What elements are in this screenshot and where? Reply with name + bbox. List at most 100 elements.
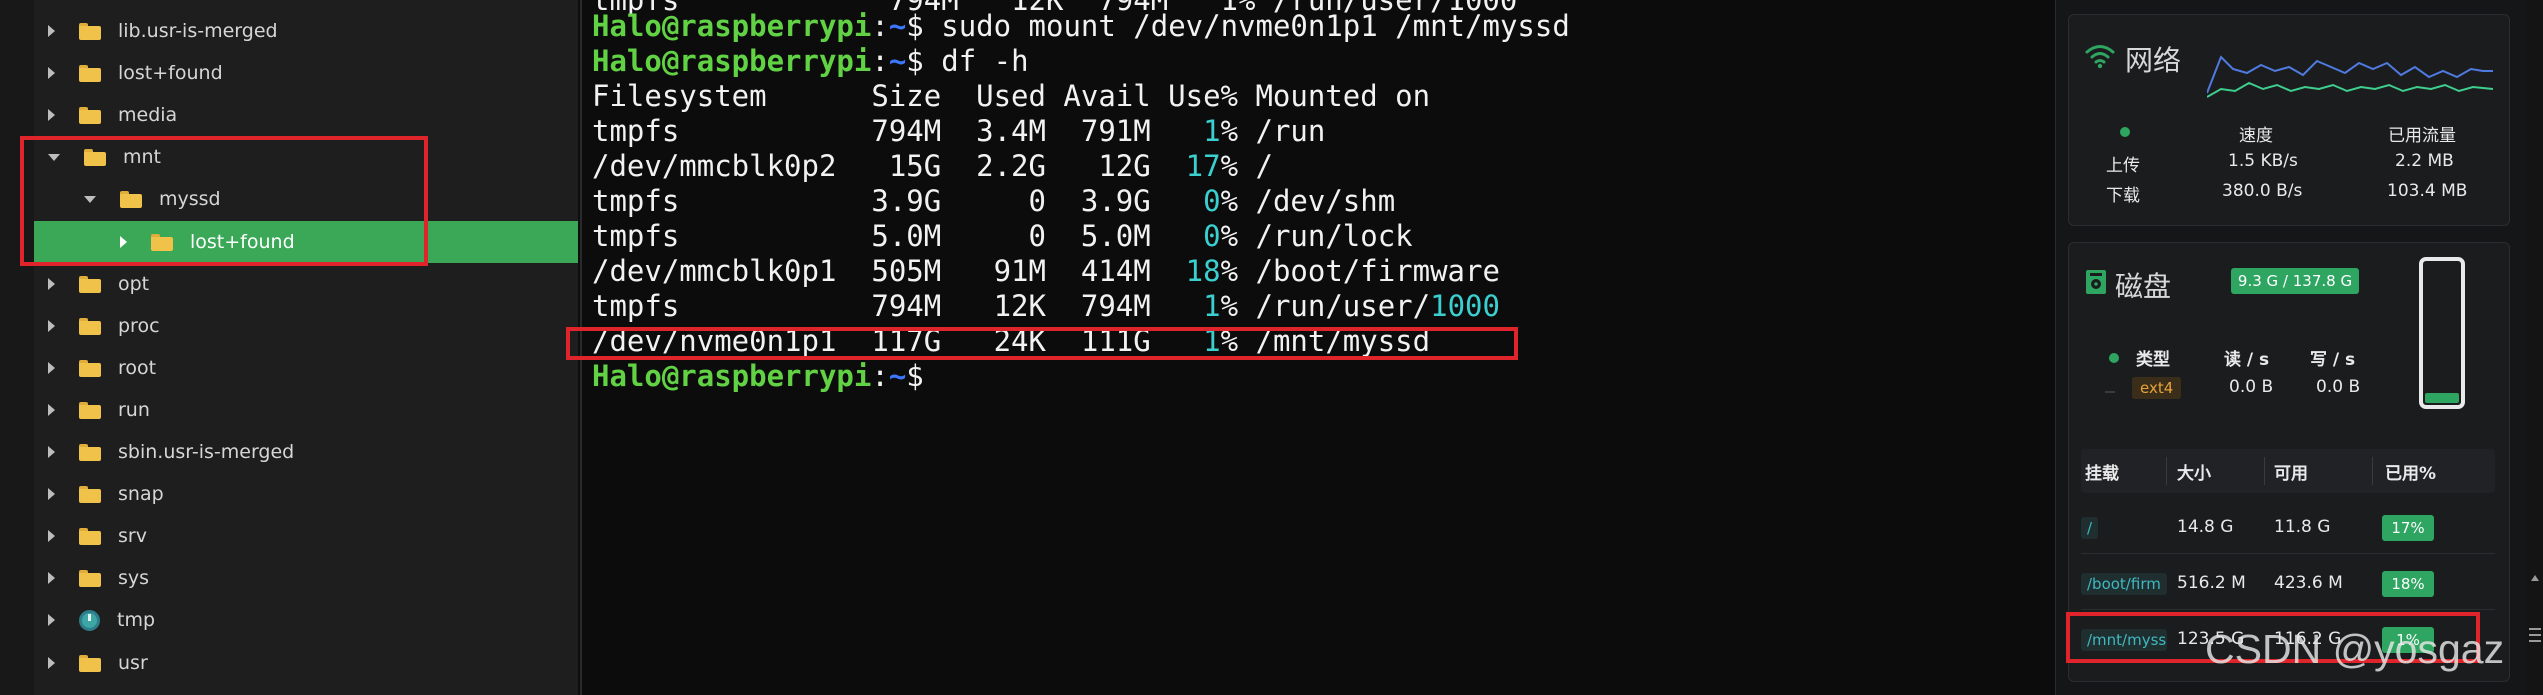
df-cell-percent: % bbox=[1220, 114, 1256, 148]
df-cell-mount: /run/lock bbox=[1255, 219, 1413, 253]
tree-item-label: mnt bbox=[123, 146, 161, 168]
df-cell-percent: % bbox=[1220, 149, 1256, 183]
df-row: tmpfs 5.0M 0 5.0M 0% /run/lock bbox=[592, 219, 1413, 254]
chevron-down-icon[interactable] bbox=[48, 153, 60, 161]
chevron-right-icon[interactable] bbox=[120, 236, 127, 248]
network-col-used: 已用流量 bbox=[2388, 126, 2456, 146]
network-download-speed: 380.0 B/s bbox=[2222, 181, 2303, 201]
df-cell-fs: /dev/nvme0n1p1 bbox=[592, 324, 872, 358]
df-cell-percent: % bbox=[1220, 184, 1256, 218]
chevron-right-icon[interactable] bbox=[48, 446, 55, 458]
df-cell-mount: /dev/shm bbox=[1255, 184, 1396, 218]
tree-item[interactable]: lib.usr-is-merged bbox=[34, 10, 578, 52]
terminal-line-prompt: Halo@raspberrypi:~$ bbox=[592, 359, 924, 393]
df-cell-fs: tmpfs bbox=[592, 219, 872, 253]
disk-mount-avail: 423.6 M bbox=[2274, 573, 2343, 593]
tmp-folder-icon bbox=[79, 609, 100, 631]
chevron-right-icon[interactable] bbox=[48, 530, 55, 542]
tree-item[interactable]: run bbox=[34, 389, 578, 431]
tree-item-label: snap bbox=[118, 483, 164, 505]
tree-item[interactable]: usr bbox=[34, 642, 578, 684]
folder-icon bbox=[79, 106, 101, 124]
df-cell-mount: /mnt/myssd bbox=[1255, 324, 1431, 358]
chevron-down-icon[interactable] bbox=[84, 195, 96, 203]
terminal-window[interactable]: tmpfs 794M 12K 794M 1% /run/user/1000 Ha… bbox=[580, 0, 2055, 695]
network-title: 网络 bbox=[2125, 44, 2182, 77]
df-cell-use: 0 bbox=[1150, 184, 1221, 218]
file-tree-panel: lib.usr-is-merged lost+found media mnt myssd… bbox=[0, 0, 578, 695]
tree-item[interactable]: sys bbox=[34, 557, 578, 599]
disk-mount-path: / bbox=[2081, 517, 2099, 539]
disk-th-used: 已用% bbox=[2385, 464, 2437, 484]
df-row: tmpfs 794M 12K 794M 1% /run/user/1000 bbox=[592, 289, 1500, 324]
df-cell-size: 505M bbox=[871, 254, 942, 288]
df-row: tmpfs 794M 3.4M 791M 1% /run bbox=[592, 114, 1325, 149]
network-download-used: 103.4 MB bbox=[2387, 181, 2468, 201]
row-divider bbox=[2081, 609, 2495, 610]
chevron-right-icon[interactable] bbox=[48, 67, 55, 79]
tree-item[interactable]: snap bbox=[34, 473, 578, 515]
df-cell-mount: /run/user/ bbox=[1255, 289, 1431, 323]
disk-col-write: 写 / s bbox=[2310, 350, 2356, 370]
scroll-up-icon[interactable] bbox=[2531, 575, 2539, 581]
chevron-right-icon[interactable] bbox=[48, 320, 55, 332]
folder-icon bbox=[79, 527, 101, 545]
folder-icon bbox=[79, 443, 101, 461]
df-cell-avail: 5.0M bbox=[1045, 219, 1151, 253]
tree-gutter bbox=[0, 0, 34, 695]
tree-item-label: srv bbox=[118, 525, 147, 547]
chevron-right-icon[interactable] bbox=[48, 25, 55, 37]
tree-item[interactable]: mnt bbox=[34, 136, 578, 178]
tree-item[interactable]: srv bbox=[34, 515, 578, 557]
df-cell-used: 0 bbox=[941, 219, 1046, 253]
tree-item[interactable]: opt bbox=[34, 263, 578, 305]
df-cell-percent: % bbox=[1220, 289, 1256, 323]
chevron-right-icon[interactable] bbox=[48, 657, 55, 669]
chevron-right-icon[interactable] bbox=[48, 488, 55, 500]
df-cell-use: 17 bbox=[1150, 149, 1221, 183]
df-cell-used: 0 bbox=[941, 184, 1046, 218]
tree-item[interactable]: proc bbox=[34, 305, 578, 347]
df-cell-mount-uid: 1000 bbox=[1430, 289, 1500, 323]
disk-mount-path: /mnt/myss bbox=[2081, 629, 2167, 651]
tree-item[interactable]: lost+found bbox=[34, 52, 578, 94]
list-icon[interactable] bbox=[2529, 628, 2541, 630]
df-cell-use: 18 bbox=[1150, 254, 1221, 288]
chevron-right-icon[interactable] bbox=[48, 614, 55, 626]
disk-usage-badge: 9.3 G / 137.8 G bbox=[2231, 268, 2359, 294]
tree-item[interactable]: lost+found bbox=[34, 221, 578, 263]
disk-col-read: 读 / s bbox=[2224, 350, 2270, 370]
df-cell-mount: /run bbox=[1255, 114, 1326, 148]
tree-item-label: tmp bbox=[117, 609, 156, 631]
chevron-right-icon[interactable] bbox=[48, 572, 55, 584]
tree-item[interactable]: root bbox=[34, 347, 578, 389]
folder-icon bbox=[79, 654, 101, 672]
terminal-line-df-command: Halo@raspberrypi:~$ df -h bbox=[592, 44, 1029, 78]
chevron-right-icon[interactable] bbox=[48, 404, 55, 416]
col-divider bbox=[2264, 457, 2265, 485]
tree-item[interactable]: sbin.usr-is-merged bbox=[34, 431, 578, 473]
list-icon bbox=[2529, 634, 2541, 636]
df-cell-fs: /dev/mmcblk0p1 bbox=[592, 254, 872, 288]
df-cell-size: 3.9G bbox=[871, 184, 942, 218]
disk-usage-gauge-fill bbox=[2425, 393, 2459, 403]
network-download-label: 下载 bbox=[2106, 186, 2140, 206]
tree-item[interactable]: myssd bbox=[34, 178, 578, 220]
disk-type-badge: ext4 bbox=[2132, 377, 2182, 399]
tree-item-label: run bbox=[118, 399, 150, 421]
network-traffic-chart bbox=[2207, 55, 2493, 98]
chevron-right-icon[interactable] bbox=[48, 362, 55, 374]
row-divider bbox=[2081, 553, 2495, 554]
chevron-right-icon[interactable] bbox=[48, 278, 55, 290]
tree-item-label: root bbox=[118, 357, 157, 379]
df-row: tmpfs 3.9G 0 3.9G 0% /dev/shm bbox=[592, 184, 1395, 219]
df-cell-size: 794M bbox=[871, 289, 942, 323]
tree-item-label: usr bbox=[118, 652, 148, 674]
disk-icon bbox=[2086, 270, 2106, 294]
df-cell-used: 24K bbox=[941, 324, 1046, 358]
chevron-right-icon[interactable] bbox=[48, 109, 55, 121]
df-cell-use: 1 bbox=[1150, 114, 1221, 148]
tree-item[interactable]: tmp bbox=[34, 599, 578, 641]
vertical-scrollbar[interactable] bbox=[2527, 0, 2543, 695]
tree-item[interactable]: media bbox=[34, 94, 578, 136]
